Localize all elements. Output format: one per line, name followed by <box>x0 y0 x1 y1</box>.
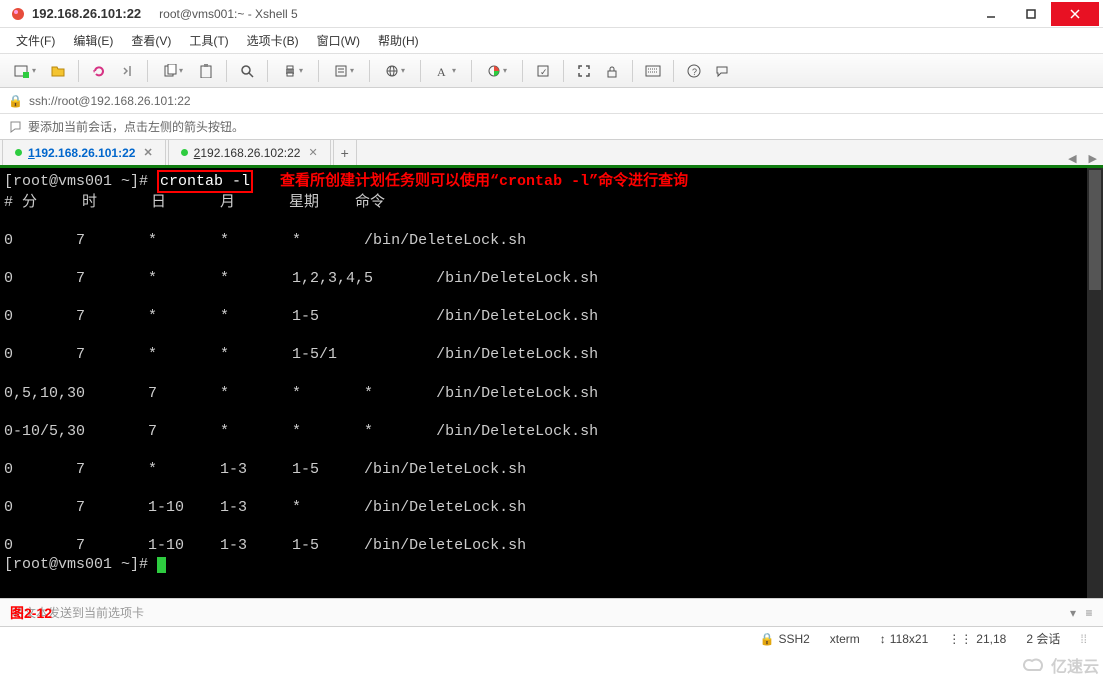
minimize-button[interactable] <box>971 2 1011 26</box>
color-button[interactable] <box>480 59 514 83</box>
menu-window[interactable]: 窗口(W) <box>309 29 368 52</box>
cron-row: 0 7 * * 1,2,3,4,5 /bin/DeleteLock.sh <box>4 269 1099 288</box>
cron-row: 0 7 * * 1-5/1 /bin/DeleteLock.sh <box>4 345 1099 364</box>
status-size: ↕ 118x21 <box>870 632 938 646</box>
print-button[interactable] <box>276 59 310 83</box>
toolbar: A ✓ ? <box>0 54 1103 88</box>
send-input-bar[interactable]: 图2-12 将文本发送到当前选项卡 ▾ ≡ <box>0 598 1103 626</box>
terminal-scrollbar[interactable] <box>1087 168 1103 598</box>
window-title-suffix: root@vms001:~ - Xshell 5 <box>159 7 298 21</box>
copy-button[interactable] <box>156 59 190 83</box>
tab-close-icon[interactable]: ✕ <box>308 146 317 159</box>
address-bar: 🔒 ssh://root@192.168.26.101:22 <box>0 88 1103 114</box>
send-target-dropdown[interactable]: ▾ <box>1065 606 1081 620</box>
app-icon <box>10 6 26 22</box>
cron-row: 0 7 1-10 1-3 1-5 /bin/DeleteLock.sh <box>4 536 1099 555</box>
shell-prompt: [root@vms001 ~]# <box>4 556 157 573</box>
cron-row: 0-10/5,30 7 * * * /bin/DeleteLock.sh <box>4 422 1099 441</box>
menu-edit[interactable]: 编辑(E) <box>65 29 121 52</box>
menu-file[interactable]: 文件(F) <box>8 29 63 52</box>
add-tab-button[interactable]: + <box>333 139 357 165</box>
scrollbar-thumb[interactable] <box>1089 170 1101 290</box>
cron-row: 0 7 * * 1-5 /bin/DeleteLock.sh <box>4 307 1099 326</box>
menu-tabs[interactable]: 选项卡(B) <box>239 29 307 52</box>
status-dot-icon <box>15 149 22 156</box>
keyboard-button[interactable] <box>641 59 665 83</box>
address-url[interactable]: ssh://root@192.168.26.101:22 <box>29 94 191 108</box>
help-button[interactable]: ? <box>682 59 706 83</box>
tab-accelerator: 2 <box>194 146 201 160</box>
figure-label: 图2-12 <box>10 603 52 623</box>
watermark: 亿速云 <box>1022 653 1099 677</box>
tab-accelerator: 1 <box>28 146 35 160</box>
script-button[interactable]: ✓ <box>531 59 555 83</box>
window-host: 192.168.26.101:22 <box>32 6 141 21</box>
annotation-text: 查看所创建计划任务则可以使用“crontab -l”命令进行查询 <box>253 173 688 190</box>
fullscreen-button[interactable] <box>572 59 596 83</box>
status-cursor: ⋮⋮ 21,18 <box>938 632 1016 646</box>
terminal[interactable]: [root@vms001 ~]# crontab -l 查看所创建计划任务则可以… <box>0 168 1103 598</box>
font-button[interactable]: A <box>429 59 463 83</box>
svg-text:✓: ✓ <box>540 67 548 77</box>
tab-label: 192.168.26.101:22 <box>35 146 136 160</box>
cron-row: 0 7 * 1-3 1-5 /bin/DeleteLock.sh <box>4 460 1099 479</box>
tab-nav-next[interactable]: ▶ <box>1083 152 1103 165</box>
chat-button[interactable] <box>710 59 734 83</box>
session-tab-2[interactable]: 2 192.168.26.102:22 ✕ <box>168 139 331 165</box>
tab-bar: 1 192.168.26.101:22 ✕ 2 192.168.26.102:2… <box>0 140 1103 168</box>
cron-row: 0,5,10,30 7 * * * /bin/DeleteLock.sh <box>4 384 1099 403</box>
cron-header: # 分 时 日 月 星期 命令 <box>4 193 1099 212</box>
find-button[interactable] <box>235 59 259 83</box>
menu-view[interactable]: 查看(V) <box>123 29 179 52</box>
status-grip-icon: ⁞⁞ <box>1070 632 1097 646</box>
highlighted-command: crontab -l <box>157 170 253 193</box>
svg-text:?: ? <box>692 67 697 77</box>
cursor <box>157 557 166 573</box>
status-dot-icon <box>181 149 188 156</box>
hint-text: 要添加当前会话，点击左侧的箭头按钮。 <box>28 118 244 135</box>
session-tab-1[interactable]: 1 192.168.26.101:22 ✕ <box>2 139 166 165</box>
disconnect-button[interactable] <box>115 59 139 83</box>
send-menu-icon[interactable]: ≡ <box>1081 606 1097 620</box>
hint-bar: 要添加当前会话，点击左侧的箭头按钮。 <box>0 114 1103 140</box>
paste-button[interactable] <box>194 59 218 83</box>
lock-icon: 🔒 <box>8 94 23 108</box>
lock-button[interactable] <box>600 59 624 83</box>
status-term: xterm <box>820 632 870 646</box>
status-bar: 🔒 SSH2 xterm ↕ 118x21 ⋮⋮ 21,18 2 会话 ⁞⁞ <box>0 626 1103 650</box>
status-protocol: 🔒 SSH2 <box>749 632 819 646</box>
add-session-icon[interactable] <box>8 120 22 134</box>
status-sessions: 2 会话 <box>1016 630 1070 647</box>
tab-label: 192.168.26.102:22 <box>200 146 300 160</box>
cron-row: 0 7 * * * /bin/DeleteLock.sh <box>4 231 1099 250</box>
close-button[interactable] <box>1051 2 1099 26</box>
reconnect-button[interactable] <box>87 59 111 83</box>
new-session-button[interactable] <box>8 59 42 83</box>
cron-row: 0 7 1-10 1-3 * /bin/DeleteLock.sh <box>4 498 1099 517</box>
title-bar: 192.168.26.101:22 root@vms001:~ - Xshell… <box>0 0 1103 28</box>
menu-bar: 文件(F) 编辑(E) 查看(V) 工具(T) 选项卡(B) 窗口(W) 帮助(… <box>0 28 1103 54</box>
globe-button[interactable] <box>378 59 412 83</box>
properties-button[interactable] <box>327 59 361 83</box>
tab-nav-prev[interactable]: ◀ <box>1062 152 1082 165</box>
shell-prompt: [root@vms001 ~]# <box>4 173 157 190</box>
open-button[interactable] <box>46 59 70 83</box>
svg-text:A: A <box>437 65 446 78</box>
menu-help[interactable]: 帮助(H) <box>370 29 427 52</box>
maximize-button[interactable] <box>1011 2 1051 26</box>
tab-close-icon[interactable]: ✕ <box>143 146 152 159</box>
menu-tools[interactable]: 工具(T) <box>181 29 236 52</box>
